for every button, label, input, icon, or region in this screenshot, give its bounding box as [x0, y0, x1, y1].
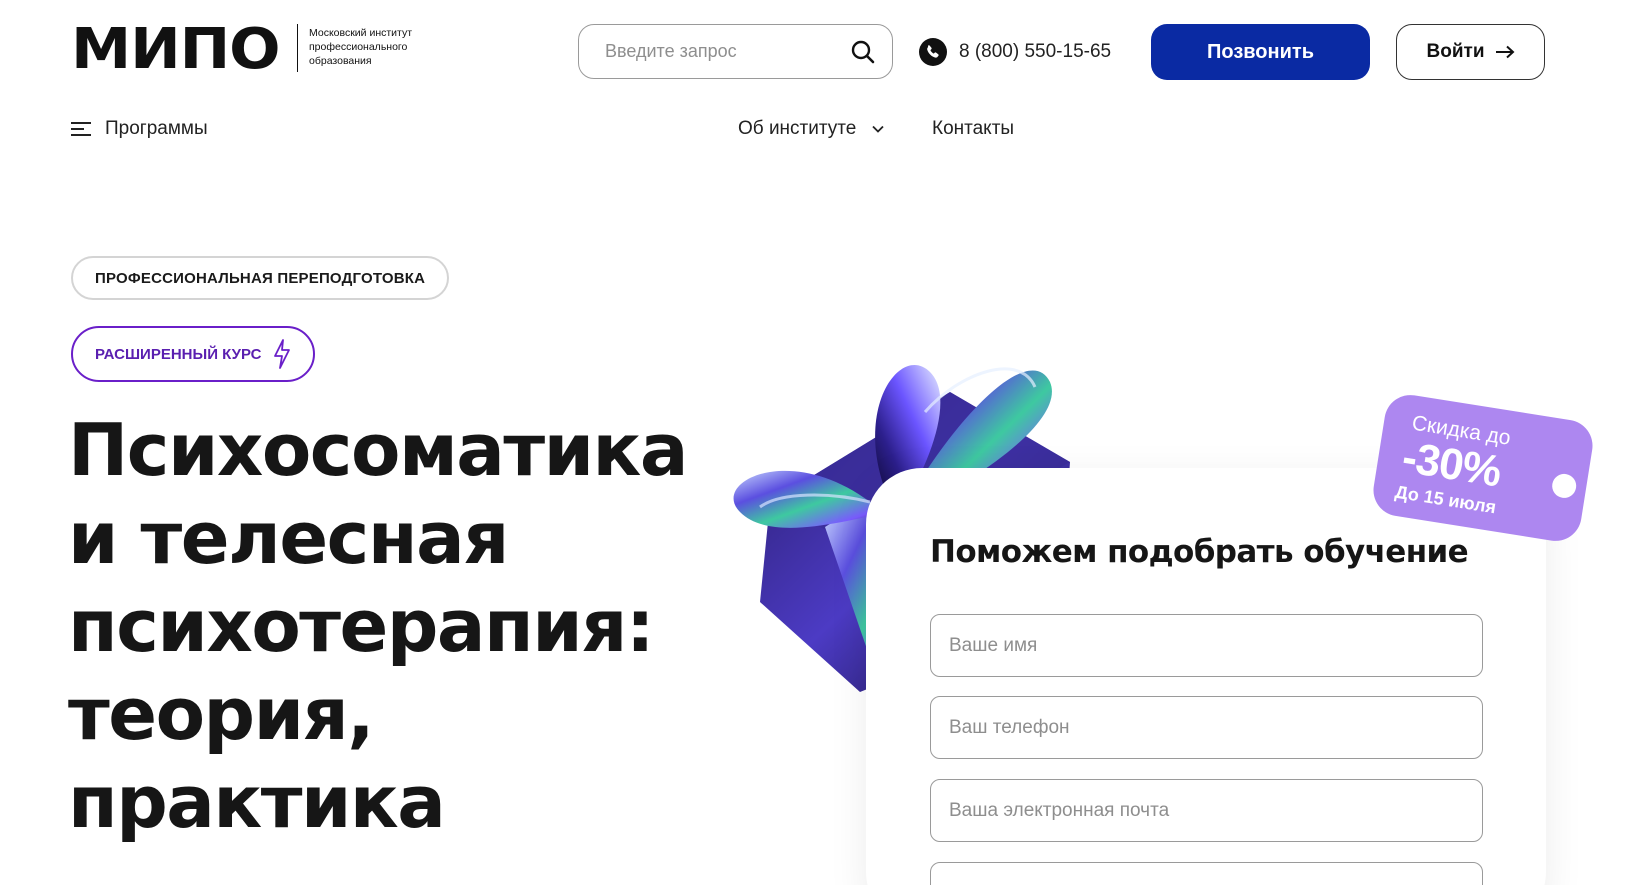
nav-programs[interactable]: Программы: [71, 118, 208, 140]
tag-extended-course: РАСШИРЕННЫЙ КУРС: [71, 326, 316, 382]
phone-link[interactable]: 8 (800) 550-15-65: [919, 38, 1111, 66]
logo-subtitle-line: Московский институт: [309, 27, 413, 39]
title-line: теория,: [68, 672, 375, 756]
consultation-form-card: Поможем подобрать обучение: [866, 468, 1546, 885]
title-line: психотерапия:: [68, 584, 655, 668]
logo-mark: МИПО: [71, 17, 281, 82]
call-button[interactable]: Позвонить: [1151, 24, 1370, 80]
title-line: и телесная: [68, 496, 509, 580]
logo[interactable]: МИПО Московский институт профессионально…: [71, 22, 412, 78]
phone-number: 8 (800) 550-15-65: [959, 41, 1112, 62]
page-title: Психосоматика и телесная психотерапия: т…: [68, 406, 708, 846]
tag-extended-course-label: РАСШИРЕННЫЙ КУРС: [95, 345, 262, 363]
form-title: Поможем подобрать обучение: [930, 534, 1469, 570]
login-button[interactable]: Войти: [1396, 24, 1545, 80]
phone-icon: [919, 38, 947, 66]
logo-subtitle: Московский институт профессионального об…: [309, 26, 469, 68]
phone-field[interactable]: [930, 696, 1483, 759]
login-button-label: Войти: [1426, 41, 1485, 62]
menu-icon: [71, 122, 91, 136]
name-field[interactable]: [930, 614, 1483, 677]
search-input[interactable]: [605, 41, 850, 62]
tag-retraining: ПРОФЕССИОНАЛЬНАЯ ПЕРЕПОДГОТОВКА: [71, 256, 450, 300]
tag-hole: [1550, 472, 1578, 500]
logo-subtitle-line: профессионального: [309, 41, 408, 53]
chevron-down-icon: [872, 125, 884, 133]
search-icon[interactable]: [850, 39, 876, 65]
email-field[interactable]: [930, 779, 1483, 842]
title-line: Психосоматика: [68, 408, 689, 492]
title-line: практика: [68, 760, 446, 844]
logo-subtitle-line: образования: [309, 55, 372, 67]
nav-contacts[interactable]: Контакты: [932, 118, 1014, 140]
arrow-right-icon: [1495, 45, 1514, 59]
search-box: [578, 24, 893, 79]
nav-about[interactable]: Об институте: [738, 118, 884, 140]
nav-programs-label: Программы: [105, 118, 208, 139]
logo-divider: [297, 24, 298, 72]
lightning-icon: [274, 339, 291, 369]
nav-about-label: Об институте: [738, 118, 857, 139]
extra-field[interactable]: [930, 862, 1483, 885]
